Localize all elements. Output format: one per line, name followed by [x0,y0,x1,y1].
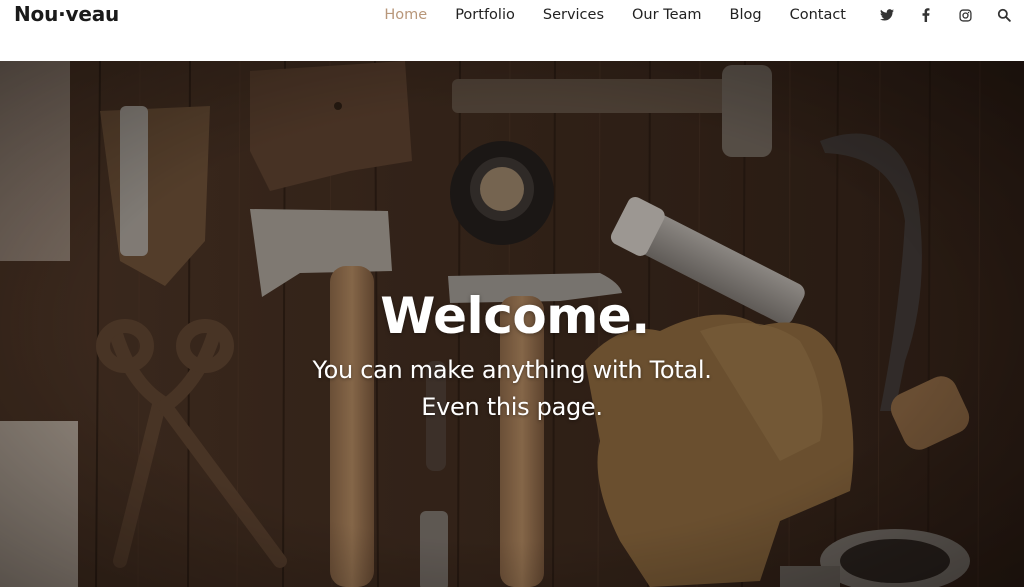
instagram-icon[interactable] [958,8,972,22]
nav-item-home[interactable]: Home [384,0,427,30]
main-nav: Home Portfolio Services Our Team Blog Co… [384,0,1024,30]
site-header: Nou·veau Home Portfolio Services Our Tea… [0,0,1024,61]
nav-item-contact[interactable]: Contact [790,0,846,30]
search-icon[interactable] [997,8,1011,22]
nav-item-services[interactable]: Services [543,0,604,30]
hero-subtitle-line2: Even this page. [421,393,603,421]
hero-subtitle-line1: You can make anything with Total. [312,356,712,384]
site-logo[interactable]: Nou·veau [14,2,119,26]
nav-item-blog[interactable]: Blog [730,0,762,30]
nav-item-our-team[interactable]: Our Team [632,0,702,30]
nav-item-portfolio[interactable]: Portfolio [455,0,515,30]
hero-subtitle: You can make anything with Total. Even t… [0,352,1024,426]
hero-section: Welcome. You can make anything with Tota… [0,61,1024,587]
hero-text: Welcome. You can make anything with Tota… [0,284,1024,426]
hero-title: Welcome. [380,287,650,345]
facebook-icon[interactable] [919,8,933,22]
twitter-icon[interactable] [880,8,894,22]
social-icons [880,8,1024,22]
